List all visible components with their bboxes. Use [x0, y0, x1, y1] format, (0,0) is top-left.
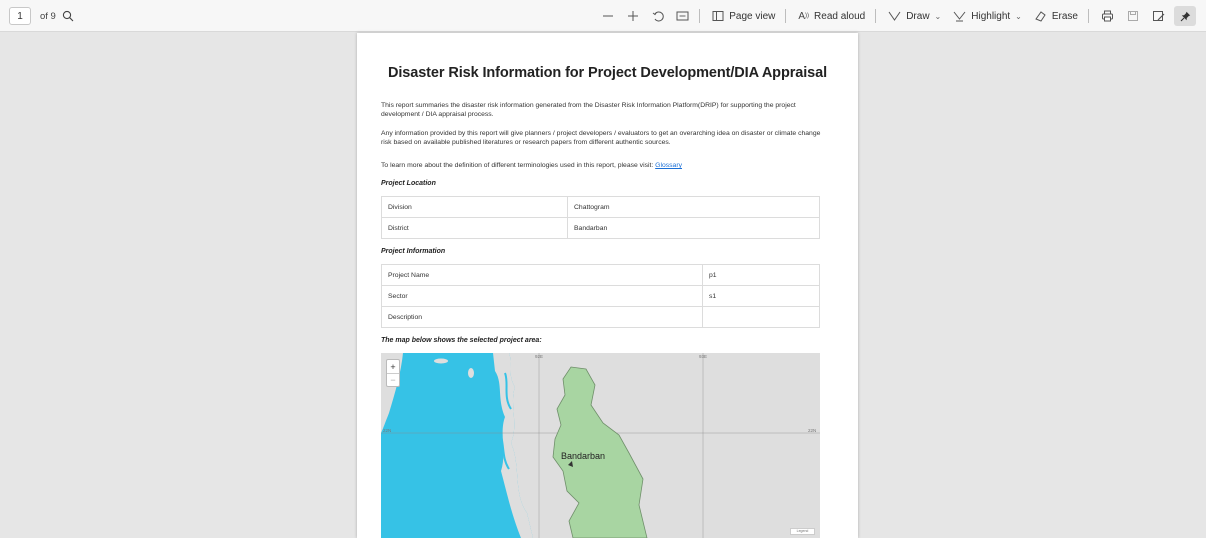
map-canvas — [381, 353, 820, 538]
table-row: Project Name p1 — [381, 264, 820, 286]
project-location-table: Division Chattogram District Bandarban — [381, 196, 820, 239]
map-heading: The map below shows the selected project… — [381, 337, 542, 344]
print-icon[interactable] — [1101, 10, 1114, 22]
map-zoom-control: + − — [386, 359, 400, 387]
save-as-icon[interactable] — [1152, 10, 1165, 22]
table-row: District Bandarban — [381, 217, 820, 239]
draw-button[interactable]: Draw ⌄ — [888, 10, 941, 22]
map-region-label: Bandarban — [561, 451, 606, 461]
zoom-in-icon[interactable] — [627, 10, 639, 22]
table-cell-label: Sector — [381, 285, 703, 307]
document-title: Disaster Risk Information for Project De… — [387, 65, 827, 81]
glossary-paragraph: To learn more about the definition of di… — [381, 161, 821, 170]
read-aloud-button[interactable]: A)) Read aloud — [798, 11, 865, 22]
draw-label: Draw — [906, 10, 930, 22]
glossary-text: To learn more about the definition of di… — [381, 162, 654, 169]
page-view-button[interactable]: Page view — [712, 10, 775, 22]
read-aloud-icon: A)) — [798, 10, 810, 22]
map-legend-button[interactable]: Legend — [790, 528, 815, 535]
table-cell-label: District — [381, 217, 568, 239]
highlight-button[interactable]: Highlight ⌄ — [953, 10, 1022, 22]
table-cell-value — [702, 306, 820, 328]
read-aloud-label: Read aloud — [814, 10, 866, 22]
erase-label: Erase — [1051, 10, 1078, 22]
table-cell-label: Description — [381, 306, 703, 328]
toolbar-divider — [1088, 9, 1089, 23]
chevron-down-icon[interactable]: ⌄ — [935, 12, 942, 21]
page-navigation: 1 of 9 — [9, 7, 74, 25]
latitude-label: 22N — [808, 428, 817, 433]
rotate-icon[interactable] — [652, 10, 665, 23]
erase-button[interactable]: Erase — [1034, 10, 1078, 22]
table-cell-value: Bandarban — [567, 217, 820, 239]
project-information-heading: Project Information — [381, 248, 446, 255]
table-cell-value: s1 — [702, 285, 820, 307]
project-information-table: Project Name p1 Sector s1 Description — [381, 264, 820, 328]
eraser-icon — [1034, 10, 1047, 22]
table-cell-value: p1 — [702, 264, 820, 286]
pin-icon[interactable] — [1174, 6, 1196, 26]
table-cell-label: Division — [381, 196, 568, 218]
pdf-toolbar: 1 of 9 Page view A)) Read aloud Draw ⌄ … — [0, 0, 1206, 32]
longitude-label: 92E — [535, 354, 544, 359]
search-icon[interactable] — [62, 10, 74, 22]
glossary-link[interactable]: Glossary — [655, 162, 682, 169]
save-icon[interactable] — [1127, 10, 1139, 22]
toolbar-divider — [785, 9, 787, 23]
latitude-label: 22N — [383, 428, 392, 433]
table-row: Division Chattogram — [381, 196, 820, 218]
toolbar-divider — [699, 9, 701, 23]
table-row: Sector s1 — [381, 285, 820, 307]
toolbar-actions: Page view A)) Read aloud Draw ⌄ Highligh… — [590, 6, 1196, 26]
highlight-icon — [953, 10, 966, 22]
page-view-label: Page view — [729, 10, 776, 22]
table-cell-value: Chattogram — [567, 196, 820, 218]
highlight-label: Highlight — [971, 10, 1011, 22]
project-area-map[interactable]: + − 92E 93E 22N 22N Bandarban Legend — [381, 353, 820, 538]
pdf-page: Disaster Risk Information for Project De… — [357, 33, 858, 538]
table-row: Description — [381, 306, 820, 328]
intro-paragraph: This report summaries the disaster risk … — [381, 102, 796, 119]
purpose-paragraph: Any information provided by this report … — [381, 130, 821, 147]
toolbar-divider — [875, 9, 877, 23]
longitude-label: 93E — [699, 354, 708, 359]
zoom-out-icon[interactable] — [602, 10, 614, 22]
page-count: of 9 — [40, 10, 56, 22]
project-location-heading: Project Location — [381, 180, 436, 187]
map-zoom-in-button[interactable]: + — [387, 360, 399, 373]
table-cell-label: Project Name — [381, 264, 703, 286]
page-number-input[interactable]: 1 — [9, 7, 31, 25]
draw-icon — [888, 10, 901, 22]
fit-page-icon[interactable] — [676, 10, 689, 22]
map-zoom-out-button[interactable]: − — [387, 373, 399, 386]
chevron-down-icon[interactable]: ⌄ — [1015, 12, 1022, 21]
page-view-icon — [712, 10, 724, 22]
